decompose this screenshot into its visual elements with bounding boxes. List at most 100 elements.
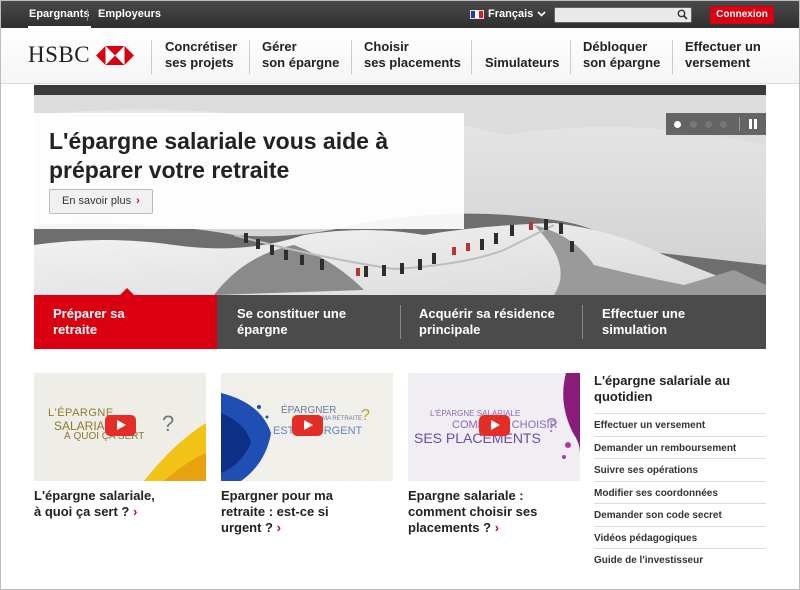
learn-more-label: En savoir plus [62,195,132,207]
caption-line: urgent ? [221,520,273,535]
caption-line: L'épargne salariale, [34,488,155,503]
question-mark-glyph: ? [361,407,370,424]
top-bar-divider [87,9,88,21]
link-demander-code-secret[interactable]: Demander son code secret [594,503,766,526]
nav-simulateurs[interactable]: Simulateurs [485,39,559,71]
play-icon[interactable] [292,415,323,436]
tab-label-line1: Effectuer une [602,306,686,321]
nav-divider [672,40,673,74]
caption-line: Epargner pour ma [221,488,333,503]
video-caption[interactable]: Epargner pour ma retraite : est-ce si urge… [221,488,333,536]
chevron-down-icon [537,11,546,17]
nav-label-line2: son épargne [262,55,340,70]
hero-title-line1: L'épargne salariale vous aide à [49,128,389,154]
tab-divider [582,305,583,339]
tab-constituer-epargne[interactable]: Se constituer une épargne [237,295,346,349]
nav-divider [570,40,571,74]
nav-label-line1: Débloquer [583,39,648,54]
nav-gerer[interactable]: Gérer son épargne [262,39,339,71]
link-guide-investisseur[interactable]: Guide de l'investisseur [594,548,766,571]
nav-concretiser[interactable]: Concrétiser ses projets [165,39,237,71]
tab-label-line1: Acquérir sa résidence [419,306,555,321]
search-box [554,7,692,23]
thumbnail-text: SES PLACEMENTS [414,430,541,446]
thumbnail-text: L'ÉPARGNE [48,407,114,419]
link-effectuer-versement[interactable]: Effectuer un versement [594,413,766,436]
tab-label-line2: simulation [602,322,668,337]
nav-label-line1: Concrétiser [165,39,238,54]
nav-divider [249,40,250,74]
pause-icon[interactable] [749,119,758,129]
login-button[interactable]: Connexion [710,6,774,24]
nav-label-line2: ses projets [165,55,234,70]
nav-effectuer-versement[interactable]: Effectuer un versement [685,39,761,71]
tab-employeurs[interactable]: Employeurs [98,8,161,20]
language-label: Français [488,8,534,20]
video-thumbnail[interactable]: L'ÉPARGNE SALARIALE À QUOI ÇA SERT ? [34,373,206,481]
link-demander-remboursement[interactable]: Demander un remboursement [594,435,766,459]
nav-debloquer[interactable]: Débloquer son épargne [583,39,660,71]
side-title: L'épargne salariale au quotidien [594,373,766,405]
caption-line: comment choisir ses [408,504,538,519]
nav-label-line1 [485,39,559,55]
logo-text: HSBC [28,42,91,67]
link-suivre-operations[interactable]: Suivre ses opérations [594,458,766,481]
side-title-line1: L'épargne salariale au [594,373,731,388]
nav-divider [351,40,352,74]
question-mark-glyph: ? [162,411,175,436]
question-mark-glyph: ? [546,415,558,437]
tab-label-line2: retraite [53,322,98,337]
tab-label-line2: épargne [237,322,288,337]
nav-label-line2: ses placements [364,55,461,70]
play-icon[interactable] [105,415,136,436]
french-flag-icon [470,9,484,19]
tab-epargnants[interactable]: Epargnants [28,8,91,28]
learn-more-button[interactable]: En savoir plus › [49,189,153,214]
side-links: Effectuer un versement Demander un rembo… [594,413,766,571]
play-icon[interactable] [479,415,510,436]
caption-line: Epargne salariale : [408,488,524,503]
video-thumbnail[interactable]: ÉPARGNER POUR MA RETRAITE EST-CE URGENT … [221,373,393,481]
carousel-dot[interactable] [690,121,697,128]
tab-acquerir-residence[interactable]: Acquérir sa résidence principale [419,295,555,349]
carousel-controls [666,113,766,135]
carousel-divider [739,117,740,131]
search-input[interactable] [558,9,668,21]
side-title-line2: quotidien [594,389,653,404]
video-caption[interactable]: Epargne salariale : comment choisir ses pl… [408,488,537,536]
carousel-dot[interactable] [720,121,727,128]
caption-line: à quoi ça sert ? [34,504,130,519]
chevron-right-icon: › [276,520,281,535]
chevron-right-icon: › [494,520,500,535]
link-videos-pedagogiques[interactable]: Vidéos pédagogiques [594,525,766,549]
chevron-right-icon: › [136,195,140,207]
search-icon[interactable] [677,9,688,20]
tab-divider [400,305,401,339]
video-caption[interactable]: L'épargne salariale, à quoi ça sert ? › [34,488,155,520]
language-selector[interactable]: Français [470,8,546,20]
nav-label-line1: Effectuer un [685,39,761,54]
tab-preparer-retraite[interactable]: Préparer sa retraite [34,288,217,349]
nav-label-line2: Simulateurs [485,55,560,70]
tab-label-line1: Préparer sa [53,306,125,321]
hero-title-line2: préparer votre retraite [49,157,290,183]
tab-label-line2: principale [419,322,481,337]
carousel-dot[interactable] [705,121,712,128]
nav-label-line1: Choisir [364,39,409,54]
tab-label-line1: Se constituer une [237,306,347,321]
hero-banner: L'épargne salariale vous aide à préparer… [34,85,766,295]
hsbc-logo[interactable]: HSBC [28,42,135,68]
caption-line: retraite : est-ce si [221,504,329,519]
tab-effectuer-simulation[interactable]: Effectuer une simulation [602,295,685,349]
nav-label-line2: son épargne [583,55,661,70]
hsbc-hexagon-icon [96,45,135,65]
top-bar: Epargnants Employeurs Français Connexion [1,1,799,28]
nav-divider [151,40,152,74]
carousel-dot[interactable] [674,121,681,128]
hero-tabs: Préparer sa retraite Se constituer une épa… [34,288,766,349]
hero-title: L'épargne salariale vous aide à préparer… [49,127,449,185]
hero-text-panel: L'épargne salariale vous aide à préparer… [34,113,464,229]
link-modifier-coordonnees[interactable]: Modifier ses coordonnées [594,480,766,504]
video-thumbnail[interactable]: L'ÉPARGNE SALARIALE COMMENT CHOISIR SES … [408,373,580,481]
nav-choisir[interactable]: Choisir ses placements [364,39,461,71]
